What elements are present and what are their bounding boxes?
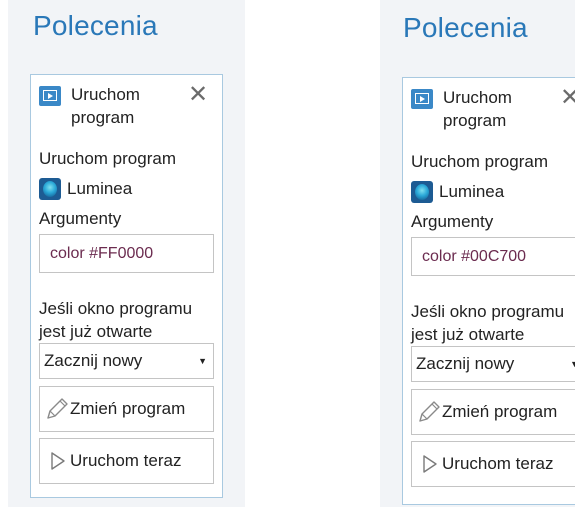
chevron-down-icon: ▼ — [570, 359, 575, 369]
pencil-icon — [47, 398, 68, 419]
pencil-icon — [419, 401, 440, 422]
close-icon[interactable]: ✕ — [560, 86, 575, 110]
if-open-select[interactable]: Zacznij nowy ▼ — [39, 343, 214, 379]
if-open-selected-value: Zacznij nowy — [44, 351, 143, 370]
luminea-app-icon — [411, 181, 433, 203]
run-now-label: Uruchom teraz — [70, 451, 182, 470]
if-open-label: Jeśli okno programu jest już otwarte — [411, 302, 565, 344]
run-now-button[interactable]: Uruchom teraz — [39, 438, 214, 484]
app-name: Luminea — [439, 182, 505, 201]
run-now-button[interactable]: Uruchom teraz — [411, 441, 575, 487]
if-open-selected-value: Zacznij nowy — [416, 354, 515, 373]
arguments-input[interactable]: color #FF0000 — [39, 234, 214, 273]
change-program-button[interactable]: Zmień program — [411, 389, 575, 435]
close-icon[interactable]: ✕ — [188, 83, 208, 107]
chevron-down-icon: ▼ — [198, 356, 207, 366]
arguments-input[interactable]: color #00C700 — [411, 237, 575, 276]
card-header: Uruchom program — [39, 83, 151, 129]
program-label: Uruchom program — [39, 149, 176, 168]
app-name: Luminea — [67, 179, 133, 198]
play-icon — [51, 452, 65, 470]
program-label: Uruchom program — [411, 152, 548, 171]
page-title: Polecenia — [403, 12, 528, 43]
change-program-label: Zmień program — [70, 399, 186, 418]
card-header: Uruchom program — [411, 86, 523, 132]
command-card: Uruchom program ✕ Uruchom program Lumine… — [402, 77, 575, 505]
luminea-app-icon — [39, 178, 61, 200]
change-program-label: Zmień program — [442, 402, 558, 421]
command-card: Uruchom program ✕ Uruchom program Lumine… — [30, 74, 223, 498]
if-open-label: Jeśli okno programu jest już otwarte — [39, 299, 193, 341]
if-open-select[interactable]: Zacznij nowy ▼ — [411, 346, 575, 382]
selected-program: Luminea — [411, 181, 504, 203]
card-title: Uruchom program — [71, 85, 140, 127]
page-title: Polecenia — [33, 10, 158, 41]
change-program-button[interactable]: Zmień program — [39, 386, 214, 432]
selected-program: Luminea — [39, 178, 132, 200]
run-program-icon — [39, 86, 61, 106]
run-program-icon — [411, 89, 433, 109]
arguments-label: Argumenty — [39, 209, 122, 228]
run-now-label: Uruchom teraz — [442, 454, 554, 473]
card-title: Uruchom program — [443, 88, 512, 130]
play-icon — [423, 455, 437, 473]
arguments-label: Argumenty — [411, 212, 494, 231]
